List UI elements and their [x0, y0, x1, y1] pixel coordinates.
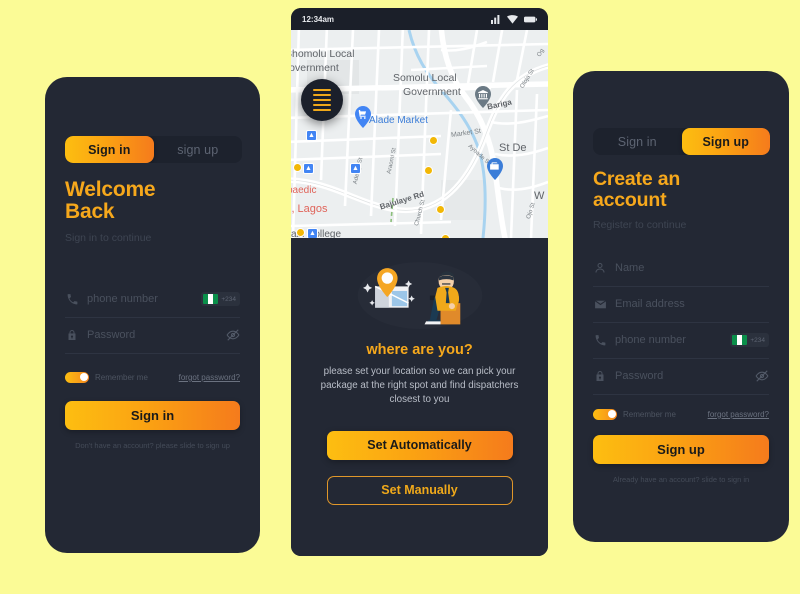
- person-icon: [593, 261, 607, 275]
- phone-placeholder: phone number: [87, 293, 158, 306]
- signup-form: Name Email address phone number +234 Pas…: [593, 251, 769, 484]
- map-pin-market[interactable]: [355, 106, 371, 128]
- set-manually-button[interactable]: Set Manually: [326, 475, 513, 505]
- signin-form: phone number +234 Password Remember me f…: [65, 282, 240, 450]
- map-view[interactable]: Shomolu Local Government Somolu Local Go…: [291, 30, 548, 238]
- map-bus-icon[interactable]: ▲: [350, 163, 361, 174]
- page-title: Welcome Back: [65, 178, 240, 224]
- set-automatically-button[interactable]: Set Automatically: [326, 430, 513, 460]
- country-code-chip[interactable]: +234: [201, 292, 240, 307]
- tab-sign-up[interactable]: Sign up: [681, 128, 770, 155]
- hamburger-menu-icon[interactable]: [301, 79, 343, 121]
- phone-field[interactable]: phone number +234: [65, 282, 240, 318]
- screenshot-canvas: Sign in sign up Welcome Back Sign in to …: [0, 0, 800, 594]
- remember-me-toggle[interactable]: [65, 371, 89, 383]
- country-code-chip[interactable]: +234: [730, 333, 769, 348]
- tab-sign-in[interactable]: Sign in: [65, 136, 154, 163]
- phone-signin-screen: Sign in sign up Welcome Back Sign in to …: [45, 77, 260, 553]
- map-bus-icon[interactable]: ▲: [306, 130, 317, 141]
- map-poi-dot[interactable]: [424, 166, 433, 175]
- password-field[interactable]: Password: [65, 318, 240, 354]
- eye-off-icon[interactable]: [226, 328, 240, 342]
- nigeria-flag-icon: [732, 335, 748, 346]
- status-bar: 12:34am: [291, 8, 548, 30]
- phone-icon: [593, 333, 607, 347]
- email-field[interactable]: Email address: [593, 287, 769, 323]
- map-poi-dot[interactable]: [429, 136, 438, 145]
- password-placeholder: Password: [615, 370, 664, 383]
- remember-row: Remember me forgot password?: [593, 408, 769, 420]
- phone-field[interactable]: phone number +234: [593, 323, 769, 359]
- remember-me-toggle[interactable]: [593, 408, 617, 420]
- remember-me-label: Remember me: [95, 372, 148, 382]
- status-bar-indicators: [491, 14, 537, 24]
- signal-icon: [491, 14, 500, 24]
- lock-icon: [65, 328, 79, 342]
- map-poi-dot[interactable]: [441, 234, 450, 238]
- phone-signup-screen: Sign in Sign up Create an account Regist…: [573, 71, 789, 542]
- page-subtitle: Sign in to continue: [65, 231, 152, 244]
- mail-icon: [593, 297, 607, 311]
- phone-placeholder: phone number: [615, 334, 686, 347]
- name-field[interactable]: Name: [593, 251, 769, 287]
- location-description: please set your location so we can pick …: [320, 366, 519, 405]
- map-bus-icon[interactable]: ▲: [303, 163, 314, 174]
- page-subtitle: Register to continue: [593, 218, 687, 231]
- tab-sign-up[interactable]: sign up: [154, 136, 243, 163]
- battery-icon: [524, 16, 537, 22]
- location-sheet: where are you? please set your location …: [291, 238, 548, 556]
- nigeria-flag-icon: [203, 294, 219, 305]
- map-poi-dot[interactable]: [293, 163, 302, 172]
- page-title-line1: Create an: [593, 168, 681, 190]
- sign-in-button[interactable]: Sign in: [65, 400, 240, 430]
- page-title-line2: account: [593, 188, 667, 211]
- page-title-line2: Back: [65, 200, 115, 224]
- eye-off-icon[interactable]: [755, 369, 769, 383]
- forgot-password-link[interactable]: forgot password?: [179, 373, 240, 382]
- auth-tab-switcher[interactable]: Sign in Sign up: [593, 128, 770, 155]
- signin-footnote[interactable]: Don't have an account? please slide to s…: [65, 441, 240, 450]
- map-tiles: [291, 30, 548, 238]
- map-bus-icon[interactable]: ▲: [307, 228, 318, 238]
- tab-sign-in[interactable]: Sign in: [593, 128, 682, 155]
- name-placeholder: Name: [615, 262, 645, 275]
- phone-icon: [65, 292, 79, 306]
- forgot-password-link[interactable]: forgot password?: [708, 410, 769, 419]
- remember-me-label: Remember me: [623, 409, 676, 419]
- location-illustration: [357, 262, 482, 329]
- country-code-label: +234: [221, 295, 236, 303]
- wifi-icon: [507, 14, 518, 24]
- password-placeholder: Password: [87, 329, 136, 342]
- lock-icon: [593, 369, 607, 383]
- sign-up-button[interactable]: Sign up: [593, 434, 769, 464]
- page-title-line1: Welcome: [65, 178, 156, 201]
- remember-row: Remember me forgot password?: [65, 371, 240, 383]
- map-poi-dot[interactable]: [436, 205, 445, 214]
- map-poi-dot[interactable]: [296, 228, 305, 237]
- email-placeholder: Email address: [615, 298, 685, 311]
- auth-tab-switcher[interactable]: Sign in sign up: [65, 136, 242, 163]
- map-pin-government[interactable]: [475, 86, 491, 108]
- page-title: Create an account: [593, 169, 769, 211]
- password-field[interactable]: Password: [593, 359, 769, 395]
- country-code-label: +234: [750, 336, 765, 344]
- map-pin-store[interactable]: [487, 158, 503, 180]
- signup-footnote[interactable]: Already have an account? slide to sign i…: [593, 475, 769, 484]
- location-title: where are you?: [366, 342, 473, 358]
- phone-location-screen: 12:34am Shomolu Local overnment Somolu L…: [291, 8, 548, 556]
- status-bar-time: 12:34am: [302, 14, 335, 24]
